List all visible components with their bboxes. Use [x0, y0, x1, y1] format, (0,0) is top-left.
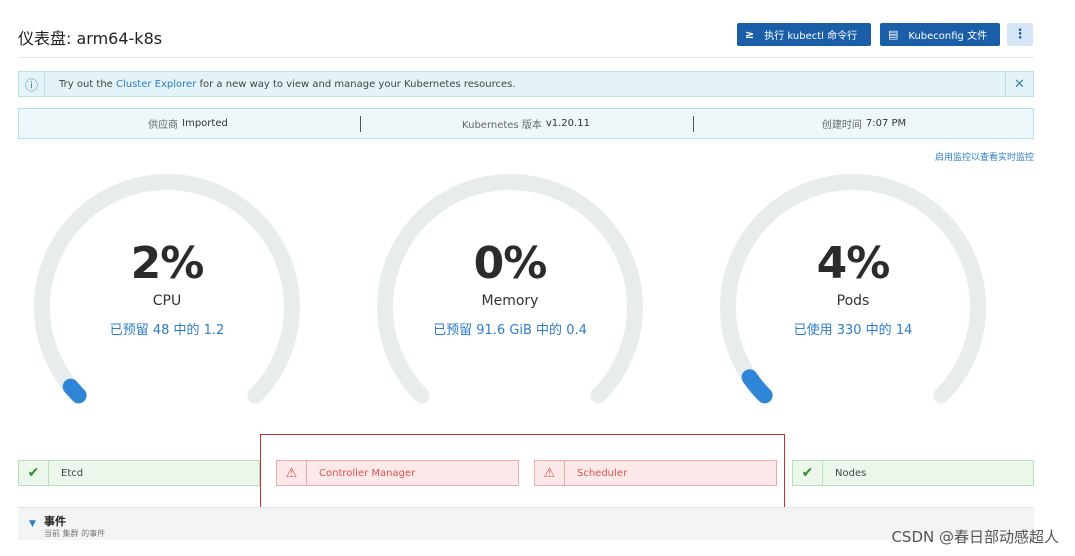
- annotation-highlight-box: [260, 434, 785, 510]
- memory-detail: 已预留 91.6 GiB 中的 0.4: [433, 323, 587, 338]
- close-icon[interactable]: ✕: [1005, 72, 1033, 96]
- k8s-version-value: v1.20.11: [545, 118, 590, 129]
- pods-gauge-arc: [720, 174, 986, 404]
- created-time-value: 7:07 PM: [865, 118, 907, 129]
- provider-label: 供应商: [148, 120, 179, 131]
- memory-gauge: 0% Memory 已预留 91.6 GiB 中的 0.4: [375, 172, 645, 412]
- check-icon: ✔: [19, 461, 49, 485]
- created-time-label: 创建时间: [821, 120, 862, 131]
- kubectl-shell-button[interactable]: ≥ 执行 kubectl 命令行: [737, 23, 871, 46]
- memory-percent: 0%: [473, 238, 548, 289]
- cluster-info-bar: 供应商 Imported Kubernetes 版本 v1.20.11 创建时间…: [18, 108, 1034, 139]
- component-name: Etcd: [61, 467, 84, 479]
- memory-gauge-arc: [377, 174, 643, 404]
- component-name: Nodes: [835, 467, 867, 479]
- kubectl-shell-label: 执行 kubectl 命令行: [764, 31, 858, 42]
- banner-text-after: for a new way to view and manage your Ku…: [196, 78, 516, 90]
- file-icon: ▤: [888, 28, 899, 41]
- component-status-nodes: ✔ Nodes: [792, 460, 1034, 486]
- pods-label: Pods: [836, 293, 870, 309]
- pods-gauge: 4% Pods 已使用 330 中的 14: [718, 172, 988, 412]
- events-section[interactable]: ▼ 事件 当前 集群 的事件: [18, 507, 1034, 540]
- check-icon: ✔: [793, 461, 823, 485]
- header-divider: [18, 57, 1034, 58]
- banner-text: Try out the Cluster Explorer for a new w…: [59, 79, 516, 90]
- enable-monitoring-link[interactable]: 启用监控以查看实时监控: [935, 150, 1034, 163]
- events-description: 当前 集群 的事件: [44, 529, 106, 538]
- created-time-info: 创建时间 7:07 PM: [695, 109, 1033, 138]
- kebab-icon: ⋮: [1013, 27, 1027, 42]
- gauge-fill-cap: [756, 386, 771, 401]
- provider-info: 供应商 Imported: [19, 109, 357, 138]
- more-actions-button[interactable]: ⋮: [1007, 23, 1033, 46]
- cpu-gauge: 2% CPU 已预留 48 中的 1.2: [32, 172, 302, 412]
- cpu-percent: 2%: [130, 238, 205, 289]
- page-title: 仪表盘: arm64-k8s: [18, 29, 163, 48]
- info-icon: ⓘ: [19, 72, 45, 96]
- terminal-icon: ≥: [745, 28, 755, 41]
- cluster-explorer-link[interactable]: Cluster Explorer: [116, 79, 196, 90]
- banner-text-before: Try out the: [59, 78, 116, 90]
- pods-detail: 已使用 330 中的 14: [793, 323, 913, 338]
- watermark: CSDN @春日部动感超人: [891, 528, 1059, 546]
- events-title: 事件: [44, 515, 66, 528]
- cpu-gauge-arc: [34, 174, 300, 404]
- provider-value: Imported: [182, 118, 228, 129]
- kubeconfig-file-button[interactable]: ▤ Kubeconfig 文件: [880, 23, 1000, 46]
- k8s-version-label: Kubernetes 版本: [462, 120, 542, 131]
- cpu-label: CPU: [152, 293, 182, 309]
- k8s-version-info: Kubernetes 版本 v1.20.11: [357, 109, 695, 138]
- cluster-explorer-banner: ⓘ Try out the Cluster Explorer for a new…: [18, 71, 1034, 97]
- kubeconfig-file-label: Kubeconfig 文件: [908, 31, 988, 42]
- component-status-etcd: ✔ Etcd: [18, 460, 260, 486]
- caret-down-icon[interactable]: ▼: [29, 519, 36, 529]
- pods-percent: 4%: [816, 238, 891, 289]
- memory-label: Memory: [481, 293, 539, 309]
- info-separator: [693, 116, 694, 132]
- cpu-detail: 已预留 48 中的 1.2: [109, 323, 225, 338]
- gauge-fill-cap: [70, 386, 85, 401]
